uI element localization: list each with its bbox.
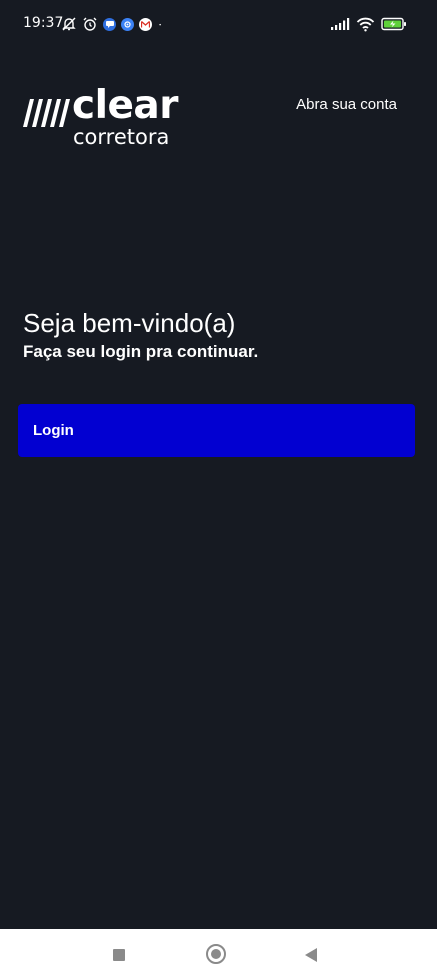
open-account-link[interactable]: Abra sua conta [296,96,397,113]
bell-off-icon [62,17,76,31]
gmail-icon [139,17,152,31]
battery-charging-icon [381,17,406,31]
more-dot-icon [159,23,161,26]
recents-icon[interactable] [113,949,125,961]
alarm-icon [83,17,97,31]
logo-subtitle: corretora [73,125,170,149]
clear-corretora-logo: clear corretora [22,84,197,153]
notification-icons [61,15,167,33]
welcome-title: Seja bem-vindo(a) [23,308,236,338]
home-icon[interactable] [206,944,226,964]
logo-wordmark: clear [72,83,179,128]
settings-app-icon [121,17,134,31]
logo-stripes-icon [23,99,70,127]
status-bar: 19:37 [0,0,437,48]
home-icon-inner [211,949,221,959]
login-button[interactable]: Login [18,404,415,457]
back-icon[interactable] [305,948,317,962]
system-icons [330,15,407,33]
status-time: 19:37 [23,15,64,31]
wifi-icon [356,17,375,31]
welcome-subtitle: Faça seu login pra continuar. [23,342,259,361]
chat-app-icon [103,17,116,31]
system-navigation-bar [0,929,437,977]
signal-icon [331,18,350,30]
